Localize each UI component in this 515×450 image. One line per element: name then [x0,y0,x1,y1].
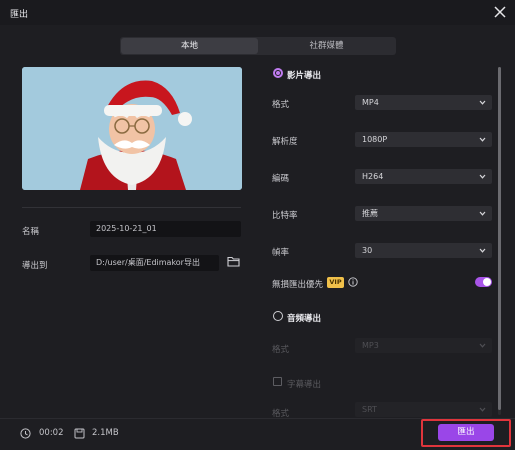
codec-select[interactable]: H264 [355,169,492,184]
title-bar: 匯出 [0,0,515,25]
audio-format-label: 格式 [272,345,290,355]
export-path-input[interactable]: D:/user/桌面/Edimakor导出 [90,255,219,271]
close-icon [494,6,506,18]
chevron-down-icon [479,211,486,216]
resolution-label: 解析度 [272,137,298,147]
resolution-select[interactable]: 1080P [355,132,492,147]
folder-icon[interactable] [227,256,240,267]
export-target-tabs: 本地 社群媒體 [120,37,396,55]
lossless-export-toggle[interactable] [475,277,492,287]
settings-scrollbar[interactable] [498,67,501,415]
framerate-label: 幀率 [272,248,290,258]
bitrate-select[interactable]: 推薦 [355,206,492,221]
framerate-value: 30 [362,246,373,255]
codec-value: H264 [362,172,384,181]
audio-export-radio[interactable] [273,311,283,321]
santa-preview-image [22,67,242,190]
video-export-radio[interactable] [273,68,283,78]
chevron-down-icon [479,343,486,348]
video-preview-thumbnail [22,67,242,190]
scrollbar-thumb[interactable] [498,67,501,410]
export-path-label: 導出到 [22,261,48,271]
video-format-select[interactable]: MP4 [355,95,492,110]
audio-format-value: MP3 [362,341,379,350]
export-file-size: 2.1MB [92,428,119,438]
name-input[interactable]: 2025-10-21_01 [90,221,241,237]
bitrate-label: 比特率 [272,211,298,221]
left-divider [22,207,241,208]
tab-local[interactable]: 本地 [121,38,258,54]
close-button[interactable] [491,3,509,21]
export-button[interactable]: 匯出 [438,424,494,441]
chevron-down-icon [479,248,486,253]
subtitle-format-select[interactable]: SRT [355,402,492,417]
file-size-icon [74,428,85,439]
chevron-down-icon [479,100,486,105]
info-icon[interactable] [348,277,358,287]
video-format-label: 格式 [272,100,290,110]
codec-label: 編碼 [272,174,290,184]
audio-format-select[interactable]: MP3 [355,338,492,353]
name-label: 名稱 [22,227,40,237]
resolution-value: 1080P [362,135,388,144]
chevron-down-icon [479,174,486,179]
chevron-down-icon [479,407,486,412]
subtitle-format-value: SRT [362,405,377,414]
export-duration: 00:02 [39,428,64,438]
clock-icon [20,428,31,439]
framerate-select[interactable]: 30 [355,243,492,258]
audio-export-title: 音頻導出 [287,314,322,324]
subtitle-export-label: 字幕導出 [287,380,322,390]
subtitle-export-checkbox[interactable] [273,377,282,386]
video-format-value: MP4 [362,98,379,107]
bitrate-value: 推薦 [362,209,378,218]
vip-badge: VIP [327,277,344,288]
window-title: 匯出 [10,10,29,20]
tab-social-media[interactable]: 社群媒體 [258,38,395,54]
chevron-down-icon [479,137,486,142]
lossless-export-label: 無損匯出優先 [272,280,324,290]
video-export-title: 影片導出 [287,71,322,81]
